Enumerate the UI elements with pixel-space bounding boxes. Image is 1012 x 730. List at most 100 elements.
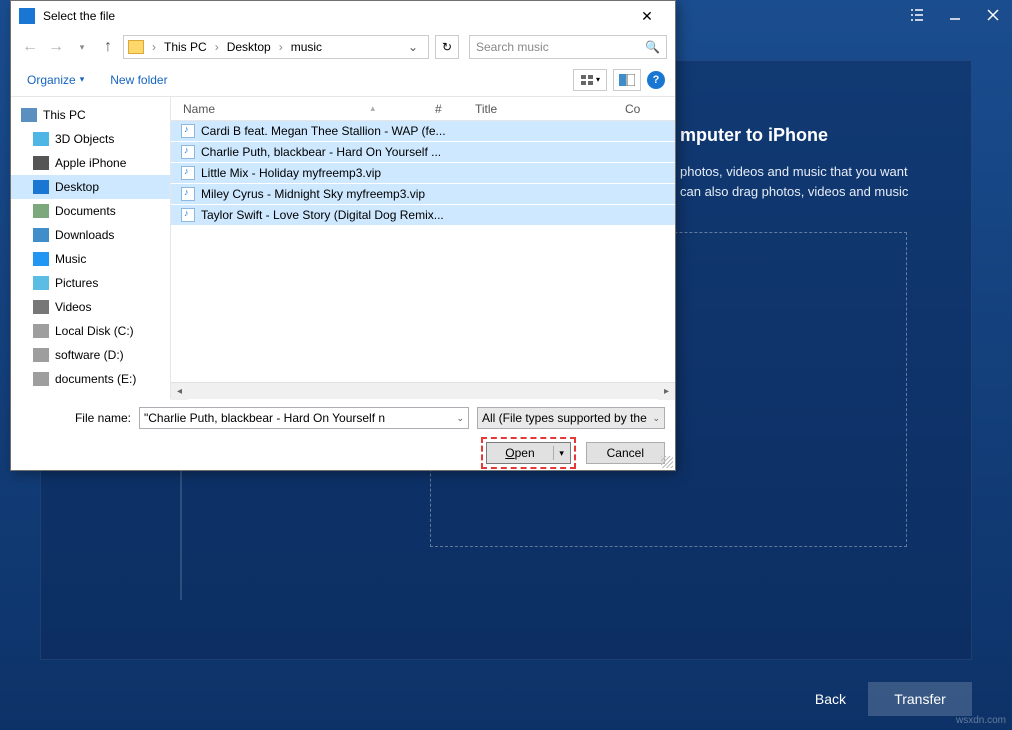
transfer-button[interactable]: Transfer [868,682,972,716]
dialog-toolbar: Organize ▾ New folder ▾ ? [11,63,675,97]
file-row[interactable]: Charlie Puth, blackbear - Hard On Yourse… [171,142,675,163]
scroll-left-icon[interactable]: ◂ [171,383,188,400]
chevron-down-icon[interactable]: ▾ [554,448,570,459]
tree-item[interactable]: Apple iPhone [11,151,170,175]
audio-file-icon [181,208,195,222]
file-type-filter[interactable]: All (File types supported by the⌄ [477,407,665,429]
breadcrumb-item[interactable]: This PC [164,40,207,54]
folder-icon [128,40,144,54]
tree-label: Music [55,252,86,266]
file-name: Little Mix - Holiday myfreemp3.vip [201,166,381,180]
preview-pane-button[interactable] [613,69,641,91]
dialog-body: This PC 3D Objects Apple iPhone Desktop Docu… [11,97,675,399]
tree-label: documents (E:) [55,372,136,386]
cancel-button[interactable]: Cancel [586,442,665,464]
column-headers: Name▴ # Title Co [171,97,675,121]
folder-icon [33,372,49,386]
nav-tree: This PC 3D Objects Apple iPhone Desktop Docu… [11,97,171,399]
nav-up-icon[interactable]: ↑ [97,36,119,58]
list-view-icon[interactable] [908,6,926,24]
breadcrumb-item[interactable]: Desktop [227,40,271,54]
audio-file-icon [181,187,195,201]
chevron-down-icon: ▾ [80,74,85,85]
col-contributing[interactable]: Co [625,102,655,116]
chevron-right-icon: › [275,40,287,54]
file-row[interactable]: Taylor Swift - Love Story (Digital Dog R… [171,205,675,226]
folder-icon [33,324,49,338]
minimize-icon[interactable] [946,6,964,24]
close-icon[interactable] [984,6,1002,24]
dialog-title: Select the file [43,9,627,23]
chevron-down-icon[interactable]: ⌄ [652,413,660,424]
refresh-button[interactable]: ↻ [435,35,459,59]
scroll-right-icon[interactable]: ▸ [658,383,675,400]
nav-recent-icon[interactable]: ▾ [71,36,93,58]
tree-label: Desktop [55,180,99,194]
dialog-titlebar: Select the file ✕ [11,1,675,31]
tree-label: Pictures [55,276,98,290]
tree-item[interactable]: Local Disk (C:) [11,319,170,343]
folder-icon [33,204,49,218]
address-bar[interactable]: › This PC › Desktop › music ⌄ [123,35,429,59]
new-folder-button[interactable]: New folder [104,69,173,91]
back-button[interactable]: Back [815,691,846,707]
tree-label: Local Disk (C:) [55,324,134,338]
file-name: Miley Cyrus - Midnight Sky myfreemp3.vip [201,187,425,201]
tree-item[interactable]: software (D:) [11,343,170,367]
file-name: Cardi B feat. Megan Thee Stallion - WAP … [201,124,446,138]
col-number[interactable]: # [435,102,475,116]
folder-icon [33,348,49,362]
horizontal-scrollbar[interactable]: ◂ ▸ [171,382,675,399]
audio-file-icon [181,124,195,138]
chevron-down-icon[interactable]: ⌄ [408,40,424,54]
col-name[interactable]: Name▴ [171,102,435,116]
tree-item[interactable]: documents (E:) [11,367,170,391]
chevron-down-icon[interactable]: ⌄ [456,413,464,424]
dialog-footer: File name: "Charlie Puth, blackbear - Ha… [11,399,675,479]
tree-item[interactable]: Videos [11,295,170,319]
tree-item[interactable]: 3D Objects [11,127,170,151]
folder-icon [33,276,49,290]
app-icon [19,8,35,24]
nav-forward-icon: → [45,36,67,58]
file-dialog: Select the file ✕ ← → ▾ ↑ › This PC › De… [10,0,676,471]
folder-icon [33,252,49,266]
folder-icon [33,180,49,194]
file-list: Name▴ # Title Co Cardi B feat. Megan The… [171,97,675,399]
tree-label: software (D:) [55,348,124,362]
tree-item[interactable]: Music [11,247,170,271]
breadcrumb-item[interactable]: music [291,40,322,54]
filename-input[interactable]: "Charlie Puth, blackbear - Hard On Yours… [139,407,469,429]
tree-label: 3D Objects [55,132,114,146]
tree-label: Videos [55,300,91,314]
folder-icon [33,300,49,314]
search-input[interactable]: Search music 🔍 [469,35,667,59]
page-title: mputer to iPhone [680,125,828,146]
folder-icon [33,132,49,146]
col-title[interactable]: Title [475,102,625,116]
tree-item[interactable]: Desktop [11,175,170,199]
file-row[interactable]: Cardi B feat. Megan Thee Stallion - WAP … [171,121,675,142]
page-description: photos, videos and music that you want c… [680,162,932,201]
file-row[interactable]: Little Mix - Holiday myfreemp3.vip [171,163,675,184]
tree-item[interactable]: Pictures [11,271,170,295]
organize-menu[interactable]: Organize ▾ [21,69,90,91]
tree-label: This PC [43,108,86,122]
nav-back-icon[interactable]: ← [19,36,41,58]
resize-grip[interactable] [661,456,673,468]
help-icon[interactable]: ? [647,71,665,89]
sort-icon: ▴ [370,103,435,114]
open-button[interactable]: Open ▾ [486,442,570,464]
nav-bar: ← → ▾ ↑ › This PC › Desktop › music ⌄ ↻ … [11,31,675,63]
file-name: Taylor Swift - Love Story (Digital Dog R… [201,208,444,222]
file-row[interactable]: Miley Cyrus - Midnight Sky myfreemp3.vip [171,184,675,205]
folder-icon [33,228,49,242]
watermark: wsxdn.com [956,715,1006,726]
tree-item[interactable]: This PC [11,103,170,127]
filename-label: File name: [21,411,131,425]
dialog-close-button[interactable]: ✕ [627,2,667,30]
view-mode-button[interactable]: ▾ [573,69,607,91]
footer-buttons: Back Transfer [815,682,972,716]
tree-item[interactable]: Downloads [11,223,170,247]
tree-item[interactable]: Documents [11,199,170,223]
